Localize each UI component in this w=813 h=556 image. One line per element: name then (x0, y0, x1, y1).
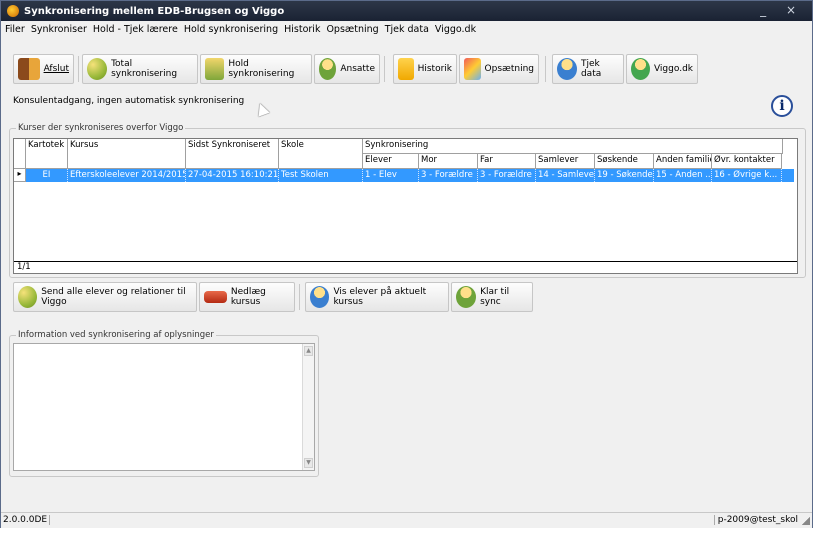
status-bar: 2.0.0.0DE p-2009@test_skol (1, 512, 812, 528)
cell-elever: 1 - Elev (363, 169, 419, 182)
app-icon (7, 5, 19, 17)
opsaetning-button[interactable]: Opsætning (459, 54, 539, 84)
menu-synkroniser[interactable]: Synkroniser (31, 24, 87, 35)
header-far[interactable]: Far (478, 154, 536, 169)
people-group-icon (87, 58, 108, 80)
user-label: p-2009@test_skol (713, 515, 798, 525)
ready-person-icon (456, 286, 477, 308)
header-anden-familie[interactable]: Anden familie (654, 154, 712, 169)
cell-ovr-kontakter: 16 - Øvrige k... (712, 169, 782, 182)
info-icon[interactable]: i (771, 95, 793, 117)
klar-til-sync-button[interactable]: Klar til sync (451, 282, 533, 312)
status-message: Konsulentadgang, ingen automatisk synkro… (13, 96, 245, 106)
header-kartotek[interactable]: Kartotek (26, 139, 68, 169)
app-window: Synkronisering mellem EDB-Brugsen og Vig… (0, 0, 813, 556)
tjek-data-button[interactable]: Tjek data (552, 54, 624, 84)
viggo-person-icon (631, 58, 650, 80)
nedlaeg-kursus-button[interactable]: Nedlæg kursus (199, 282, 295, 312)
menu-bar: Filer Synkroniser Hold - Tjek lærere Hol… (1, 21, 812, 37)
courses-group-label: Kurser der synkroniseres overfor Viggo (16, 123, 186, 133)
cell-samlever: 14 - Samlever (538, 169, 595, 182)
mouse-cursor-icon (254, 101, 270, 117)
cell-soskende: 19 - Søkende (597, 169, 654, 182)
cell-sidst-synkroniseret: 27-04-2015 16:10:21 (188, 169, 279, 182)
cell-far: 3 - Forældre (478, 169, 536, 182)
delete-bar-icon (204, 291, 227, 303)
cell-skole: Test Skolen (279, 169, 363, 182)
student-info-icon (310, 286, 330, 308)
historik-button[interactable]: Historik (393, 54, 457, 84)
desktop-background (0, 528, 813, 556)
toolbar-separator (545, 56, 546, 82)
toolbar-separator (384, 56, 385, 82)
cell-mor: 3 - Forældre (419, 169, 478, 182)
row-indicator[interactable]: ▸ (14, 169, 26, 182)
menu-filer[interactable]: Filer (5, 24, 25, 35)
hold-sync-button[interactable]: Hold synkronisering (200, 54, 312, 84)
toolbar: Afslut Total synkronisering Hold synkron… (1, 38, 812, 88)
header-skole[interactable]: Skole (279, 139, 363, 169)
send-all-button[interactable]: Send alle elever og relationer til Viggo (13, 282, 197, 312)
viggo-button[interactable]: Viggo.dk (626, 54, 698, 84)
class-group-icon (205, 58, 225, 80)
ansatte-button[interactable]: Ansatte (314, 54, 380, 84)
menu-viggo[interactable]: Viggo.dk (435, 24, 476, 35)
header-kursus[interactable]: Kursus (68, 139, 186, 169)
scroll-down-arrow-icon[interactable]: ▼ (304, 458, 313, 468)
info-group-label: Information ved synkronisering af oplysn… (16, 330, 216, 340)
menu-opsaetning[interactable]: Opsætning (326, 24, 378, 35)
resize-grip-icon[interactable] (802, 517, 810, 525)
header-elever[interactable]: Elever (363, 154, 419, 169)
people-group-icon (18, 286, 38, 308)
grid-record-counter: 1/1 (14, 261, 797, 273)
version-label: 2.0.0.0DE (3, 515, 51, 525)
settings-tools-icon (464, 58, 481, 80)
cell-anden-familie: 15 - Anden ... (656, 169, 712, 182)
menu-hold-tjek-laerere[interactable]: Hold - Tjek lærere (93, 24, 178, 35)
courses-grid[interactable]: Kartotek Kursus Sidst Synkroniseret Skol… (13, 138, 798, 274)
folder-icon (398, 58, 414, 80)
employee-icon (319, 58, 337, 80)
total-sync-button[interactable]: Total synkronisering (82, 54, 198, 84)
header-samlever[interactable]: Samlever (536, 154, 595, 169)
cell-kursus: Efterskoleelever 2014/2015 (70, 169, 186, 182)
header-mor[interactable]: Mor (419, 154, 478, 169)
window-controls[interactable]: _ × (760, 3, 804, 17)
header-synkronisering: Synkronisering (363, 139, 783, 154)
exit-door-icon (18, 58, 40, 80)
grid-corner (14, 139, 26, 169)
memo-scrollbar[interactable]: ▲ ▼ (302, 344, 314, 470)
header-ovr-kontakter[interactable]: Øvr. kontakter (712, 154, 782, 169)
afslut-button[interactable]: Afslut (13, 54, 74, 84)
scroll-up-arrow-icon[interactable]: ▲ (304, 346, 313, 356)
header-sidst-synkroniseret[interactable]: Sidst Synkroniseret (186, 139, 279, 169)
action-separator (299, 284, 300, 310)
header-soskende[interactable]: Søskende (595, 154, 654, 169)
menu-historik[interactable]: Historik (284, 24, 320, 35)
window-title: Synkronisering mellem EDB-Brugsen og Vig… (24, 5, 285, 17)
menu-hold-synkronisering[interactable]: Hold synkronisering (184, 24, 278, 35)
cell-kartotek: EI (26, 169, 68, 182)
table-row[interactable]: EI Efterskoleelever 2014/2015 27-04-2015… (26, 169, 794, 182)
check-data-icon (557, 58, 577, 80)
menu-tjek-data[interactable]: Tjek data (385, 24, 429, 35)
title-bar: Synkronisering mellem EDB-Brugsen og Vig… (1, 1, 812, 21)
toolbar-separator (78, 56, 79, 82)
info-memo[interactable]: ▲ ▼ (13, 343, 315, 471)
vis-elever-button[interactable]: Vis elever på aktuelt kursus (305, 282, 449, 312)
